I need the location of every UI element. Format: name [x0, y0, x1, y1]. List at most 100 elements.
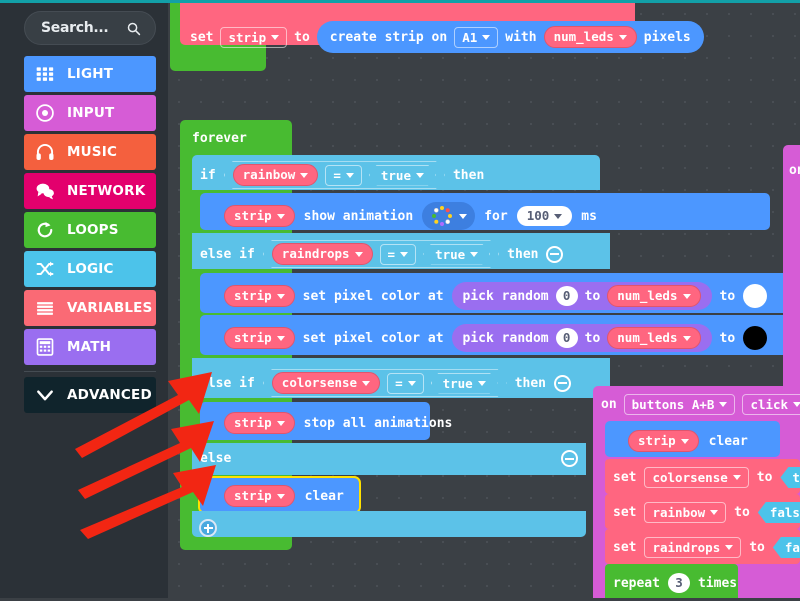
create-strip-reporter[interactable]: create strip on A1 with num_leds pixels — [316, 21, 704, 53]
pick-random-label: pick random — [462, 288, 549, 304]
else-if-raindrops-row[interactable]: else if raindrops = true then — [200, 240, 564, 268]
sidebar-item-music[interactable]: MUSIC — [24, 134, 156, 170]
add-else-if-button[interactable] — [199, 514, 217, 537]
set-strip-row[interactable]: set strip to create strip on A1 with num… — [180, 17, 714, 57]
search-icon — [127, 22, 141, 35]
remove-else-button[interactable] — [561, 450, 578, 467]
true-value-dropdown[interactable]: true — [431, 373, 498, 394]
set-label: set — [613, 505, 637, 520]
set-pixel-white-row[interactable]: strip set pixel color at pick random 0 t… — [224, 282, 768, 310]
blocks-workspace[interactable]: set strip to create strip on A1 with num… — [168, 3, 800, 598]
operator-dropdown[interactable]: = — [380, 244, 417, 265]
else-row[interactable]: else — [200, 450, 582, 467]
remove-else-if-button[interactable] — [546, 245, 564, 263]
sidebar-item-label: LIGHT — [67, 66, 114, 82]
compare-raindrops[interactable]: raindrops = true — [263, 240, 499, 268]
strip-variable[interactable]: strip — [224, 205, 295, 227]
forever-label: forever — [192, 131, 247, 146]
else-if-colorsense-row[interactable]: else if colorsense = true then — [200, 369, 572, 397]
on-buttons-header[interactable]: on buttons A+B click — [601, 394, 800, 415]
color-swatch-white[interactable] — [743, 284, 768, 308]
pick-random-reporter[interactable]: pick random 0 to num_leds — [451, 282, 712, 310]
right-edge-on-block[interactable] — [783, 145, 800, 393]
if-row[interactable]: if rainbow = true then — [200, 161, 484, 189]
compare-rainbow[interactable]: rainbow = true — [224, 161, 445, 189]
operator-dropdown[interactable]: = — [325, 165, 362, 186]
pin-dropdown[interactable]: A1 — [454, 26, 499, 48]
sidebar-item-network[interactable]: NETWORK — [24, 173, 156, 209]
ms-label: ms — [581, 208, 597, 224]
else-label: else — [200, 451, 232, 466]
colorsense-variable[interactable]: colorsense — [272, 372, 380, 394]
strip-variable[interactable]: strip — [224, 327, 295, 349]
search-placeholder: Search... — [41, 20, 109, 36]
strip-clear-row[interactable]: strip clear — [224, 485, 344, 507]
sidebar-item-loops[interactable]: LOOPS — [24, 212, 156, 248]
strip-variable[interactable]: strip — [224, 285, 295, 307]
sidebar-item-math[interactable]: MATH — [24, 329, 156, 365]
remove-else-if-button[interactable] — [554, 374, 572, 392]
random-from-field[interactable]: 0 — [555, 328, 578, 348]
to-label: to — [734, 505, 750, 520]
raindrops-variable[interactable]: raindrops — [272, 243, 373, 265]
search-input[interactable]: Search... — [24, 11, 156, 45]
headphones-icon — [36, 144, 54, 160]
rainbow-variable[interactable]: rainbow — [233, 164, 319, 186]
toolbox-sidebar[interactable]: Search... LIGHT INPUT MUSIC NETWORK LOOP… — [0, 3, 168, 598]
set-pixel-label: set pixel color at — [302, 288, 444, 304]
stop-all-animations-row[interactable]: strip stop all animations — [224, 412, 452, 434]
if-label: if — [200, 167, 216, 183]
pixels-label: pixels — [643, 29, 691, 45]
true-value-dropdown[interactable]: true — [423, 244, 490, 265]
sidebar-item-label: INPUT — [67, 105, 115, 121]
compare-colorsense[interactable]: colorsense = true — [263, 369, 507, 397]
grid-icon — [36, 67, 54, 81]
set-colorsense-row[interactable]: set colorsense to true — [613, 467, 800, 488]
set-pixel-label: set pixel color at — [302, 330, 444, 346]
sidebar-item-input[interactable]: INPUT — [24, 95, 156, 131]
then-label: then — [452, 167, 485, 183]
true-value-reporter[interactable]: true — [780, 467, 800, 488]
color-swatch-black[interactable] — [743, 326, 768, 350]
to-label: to — [294, 29, 310, 45]
num-leds-variable[interactable]: num_leds — [607, 285, 701, 307]
sidebar-item-variables[interactable]: VARIABLES — [24, 290, 156, 326]
then-label: then — [514, 375, 547, 391]
strip-variable[interactable]: strip — [628, 430, 699, 452]
false-value-reporter[interactable]: false — [758, 502, 800, 523]
operator-dropdown[interactable]: = — [387, 373, 424, 394]
rainbow-variable-dropdown[interactable]: rainbow — [644, 502, 727, 523]
if-block-footer[interactable] — [192, 511, 586, 537]
set-raindrops-row[interactable]: set raindrops to false — [613, 537, 800, 558]
colorsense-variable-dropdown[interactable]: colorsense — [644, 467, 749, 488]
show-animation-row[interactable]: strip show animation for 100 ms — [224, 202, 597, 230]
false-value-reporter[interactable]: false — [773, 537, 800, 558]
num-leds-variable[interactable]: num_leds — [543, 26, 637, 48]
show-animation-label: show animation — [303, 208, 414, 224]
set-pixel-black-row[interactable]: strip set pixel color at pick random 0 t… — [224, 324, 768, 352]
event-dropdown[interactable]: click — [742, 394, 800, 415]
sidebar-item-light[interactable]: LIGHT — [24, 56, 156, 92]
right-edge-on-label: on — [789, 163, 800, 178]
sidebar-item-label: ADVANCED — [67, 387, 152, 403]
true-value-dropdown[interactable]: true — [369, 165, 436, 186]
sidebar-item-advanced[interactable]: ADVANCED — [24, 377, 156, 413]
animation-dropdown[interactable] — [422, 202, 476, 230]
clear-label: clear — [304, 488, 344, 504]
sidebar-item-logic[interactable]: LOGIC — [24, 251, 156, 287]
repeat-row[interactable]: repeat 3 times — [613, 573, 737, 593]
strip-variable[interactable]: strip — [224, 485, 295, 507]
set-label: set — [613, 540, 637, 555]
random-from-field[interactable]: 0 — [555, 286, 578, 306]
strip-variable-dropdown[interactable]: strip — [220, 26, 288, 48]
pick-random-reporter[interactable]: pick random 0 to num_leds — [451, 324, 712, 352]
raindrops-variable-dropdown[interactable]: raindrops — [644, 537, 742, 558]
repeat-count-field[interactable]: 3 — [667, 573, 690, 593]
duration-field[interactable]: 100 — [516, 206, 573, 226]
set-rainbow-row[interactable]: set rainbow to false — [613, 502, 800, 523]
buttons-dropdown[interactable]: buttons A+B — [623, 394, 736, 415]
strip-variable[interactable]: strip — [224, 412, 295, 434]
num-leds-variable[interactable]: num_leds — [607, 327, 701, 349]
sidebar-item-label: LOGIC — [67, 261, 114, 277]
on-buttons-clear-row[interactable]: strip clear — [628, 430, 748, 452]
